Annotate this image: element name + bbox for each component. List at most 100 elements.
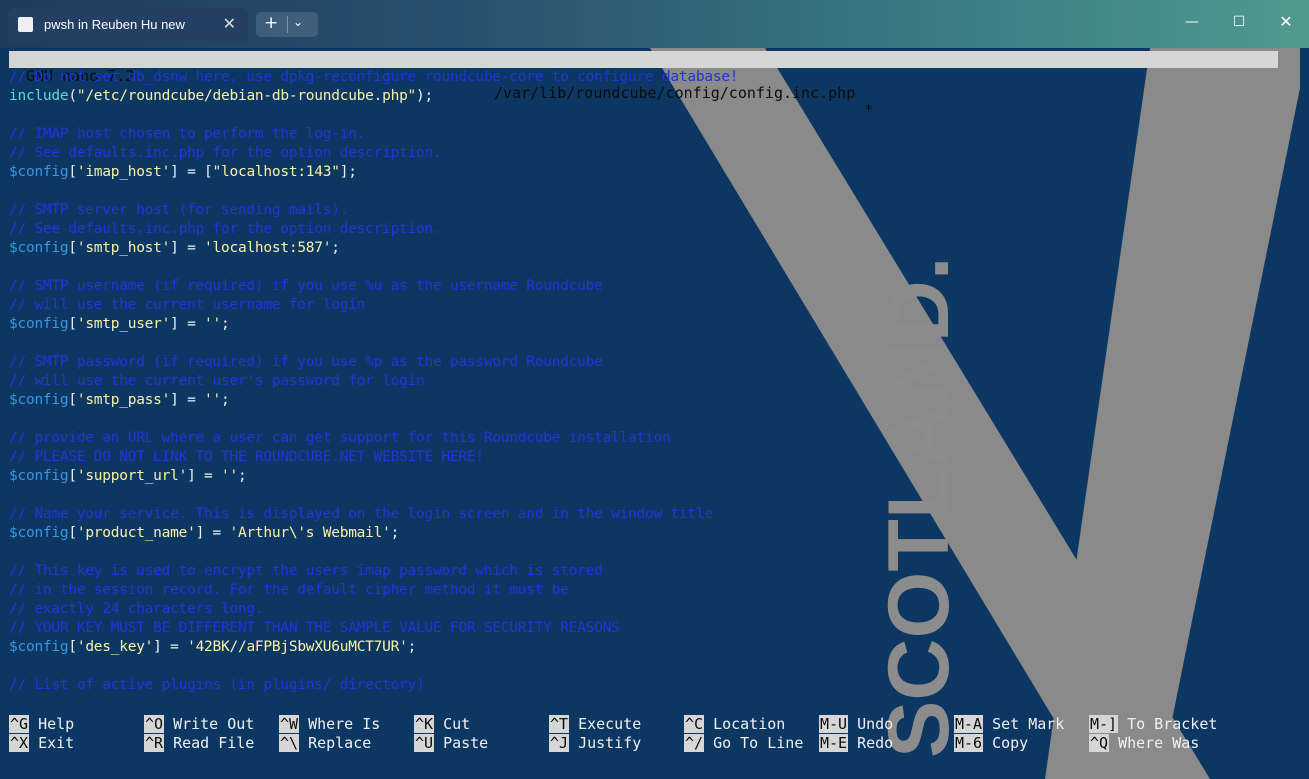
code-token: // SMTP server host (for sending mails). bbox=[9, 202, 349, 218]
code-line[interactable]: // YOUR KEY MUST BE DIFFERENT THAN THE S… bbox=[9, 619, 738, 638]
code-line[interactable]: // SMTP password (if required) if you us… bbox=[9, 353, 738, 372]
code-line[interactable] bbox=[9, 182, 738, 201]
code-line[interactable]: // See defaults.inc.php for the option d… bbox=[9, 144, 738, 163]
code-token: $config bbox=[9, 392, 69, 408]
code-token: ]; bbox=[339, 164, 357, 180]
shortcut-item[interactable]: ^\ Replace bbox=[279, 734, 371, 753]
code-token: ] = bbox=[170, 392, 205, 408]
shortcut-label: Location bbox=[713, 715, 786, 733]
code-line[interactable] bbox=[9, 106, 738, 125]
code-line[interactable] bbox=[9, 486, 738, 505]
code-token: // SMTP password (if required) if you us… bbox=[9, 354, 603, 370]
terminal-pane[interactable]: SCOTLAND. GNU nano 7.2 /var/lib/roundcub… bbox=[0, 48, 1309, 779]
code-token: "localhost:143" bbox=[212, 164, 340, 180]
code-token: '42BK//aFPBjSbwXU6uMCT7UR' bbox=[187, 639, 408, 655]
code-line[interactable]: // exactly 24 characters long. bbox=[9, 600, 738, 619]
shortcut-label: Where Is bbox=[308, 715, 381, 733]
code-line[interactable]: // IMAP host chosen to perform the log-i… bbox=[9, 125, 738, 144]
shortcut-item[interactable]: ^O Write Out bbox=[144, 715, 254, 734]
shortcut-label: Justify bbox=[578, 734, 642, 752]
code-line[interactable] bbox=[9, 258, 738, 277]
shortcut-item[interactable]: M-A Set Mark bbox=[954, 715, 1064, 734]
code-line[interactable]: $config['smtp_pass'] = ''; bbox=[9, 391, 738, 410]
shortcut-item[interactable]: ^T Execute bbox=[549, 715, 641, 734]
shortcut-item[interactable]: ^K Cut bbox=[414, 715, 470, 734]
shortcut-item[interactable]: ^W Where Is bbox=[279, 715, 380, 734]
shortcut-item[interactable]: ^G Help bbox=[9, 715, 74, 734]
code-token: // See defaults.inc.php for the option d… bbox=[9, 221, 442, 237]
shortcut-item[interactable]: M-U Undo bbox=[819, 715, 893, 734]
code-token: '' bbox=[204, 316, 222, 332]
code-line[interactable]: $config['product_name'] = 'Arthur\'s Web… bbox=[9, 524, 738, 543]
shortcut-item[interactable]: ^U Paste bbox=[414, 734, 488, 753]
editor-buffer[interactable]: // Do not set db_dsnw here, use dpkg-rec… bbox=[9, 68, 739, 695]
shortcut-key: M-6 bbox=[954, 734, 984, 752]
nano-header-bar: GNU nano 7.2 /var/lib/roundcube/config/c… bbox=[9, 51, 1278, 119]
chevron-down-icon[interactable]: ⌄ bbox=[293, 15, 303, 29]
code-line[interactable] bbox=[9, 334, 738, 353]
shortcut-key: ^\ bbox=[279, 734, 300, 752]
code-token: [ bbox=[68, 316, 77, 332]
code-line[interactable]: // PLEASE DO NOT LINK TO THE ROUNDCUBE.N… bbox=[9, 448, 738, 467]
code-line[interactable]: $config['smtp_user'] = ''; bbox=[9, 315, 738, 334]
close-window-button[interactable]: ✕ bbox=[1272, 10, 1300, 34]
code-line[interactable]: // SMTP username (if required) if you us… bbox=[9, 277, 738, 296]
code-line[interactable]: $config['des_key'] = '42BK//aFPBjSbwXU6u… bbox=[9, 638, 738, 657]
code-line[interactable] bbox=[9, 657, 738, 676]
code-token: $config bbox=[9, 639, 69, 655]
shortcut-key: ^C bbox=[684, 715, 705, 733]
maximize-button[interactable]: ☐ bbox=[1225, 10, 1253, 34]
code-token: 'des_key' bbox=[76, 639, 154, 655]
code-line[interactable]: $config['imap_host'] = ["localhost:143"]… bbox=[9, 163, 738, 182]
shortcut-item[interactable]: ^J Justify bbox=[549, 734, 641, 753]
terminal-tab[interactable]: pwsh in Reuben Hu new ✕ bbox=[8, 8, 248, 41]
shortcut-item[interactable]: ^Q Where Was bbox=[1089, 734, 1199, 753]
code-token: ; bbox=[331, 240, 340, 256]
shortcut-item[interactable]: M-E Redo bbox=[819, 734, 893, 753]
code-line[interactable]: // This key is used to encrypt the users… bbox=[9, 562, 738, 581]
code-line[interactable]: // provide an URL where a user can get s… bbox=[9, 429, 738, 448]
shortcut-label: Exit bbox=[38, 734, 75, 752]
code-line[interactable] bbox=[9, 543, 738, 562]
powershell-icon bbox=[18, 17, 33, 32]
shortcut-item[interactable]: ^/ Go To Line bbox=[684, 734, 803, 753]
minimize-button[interactable]: — bbox=[1178, 10, 1206, 34]
shortcut-item[interactable]: ^C Location bbox=[684, 715, 785, 734]
code-line[interactable]: // Name your service. This is displayed … bbox=[9, 505, 738, 524]
code-line[interactable]: // Do not set db_dsnw here, use dpkg-rec… bbox=[9, 68, 739, 87]
shortcut-key: ^T bbox=[549, 715, 570, 733]
code-token: 'smtp_user' bbox=[76, 316, 171, 332]
code-token: // This key is used to encrypt the users… bbox=[9, 563, 603, 579]
code-token: '' bbox=[204, 392, 222, 408]
code-line[interactable] bbox=[9, 410, 738, 429]
code-line[interactable]: // will use the current username for log… bbox=[9, 296, 738, 315]
shortcut-label: Set Mark bbox=[992, 715, 1065, 733]
code-line[interactable]: // in the session record. For the defaul… bbox=[9, 581, 738, 600]
shortcut-item[interactable]: ^X Exit bbox=[9, 734, 74, 753]
code-token: $config bbox=[9, 240, 69, 256]
shortcut-label: Undo bbox=[857, 715, 894, 733]
shortcut-label: Where Was bbox=[1118, 734, 1200, 752]
divider bbox=[287, 16, 288, 33]
code-line[interactable]: include("/etc/roundcube/debian-db-roundc… bbox=[9, 87, 738, 106]
code-line[interactable]: $config['smtp_host'] = 'localhost:587'; bbox=[9, 239, 738, 258]
code-line[interactable]: // See defaults.inc.php for the option d… bbox=[9, 220, 738, 239]
code-token: $config bbox=[9, 316, 69, 332]
shortcut-label: Go To Line bbox=[713, 734, 804, 752]
code-token: [ bbox=[68, 164, 77, 180]
shortcut-item[interactable]: M-] To Bracket bbox=[1089, 715, 1217, 734]
shortcut-key: M-A bbox=[954, 715, 984, 733]
close-tab-icon[interactable]: ✕ bbox=[223, 14, 236, 34]
new-tab-button[interactable]: + bbox=[264, 13, 278, 33]
shortcut-item[interactable]: M-6 Copy bbox=[954, 734, 1028, 753]
code-token: [ bbox=[68, 639, 77, 655]
shortcut-item[interactable]: ^R Read File bbox=[144, 734, 254, 753]
code-line[interactable]: $config['support_url'] = ''; bbox=[9, 467, 738, 486]
code-token: 'imap_host' bbox=[76, 164, 171, 180]
code-line[interactable]: // List of active plugins (in plugins/ d… bbox=[9, 676, 738, 695]
title-bar: pwsh in Reuben Hu new ✕ + ⌄ — ☐ ✕ bbox=[0, 0, 1309, 48]
code-token: '' bbox=[221, 468, 238, 484]
code-line[interactable]: // will use the current user's password … bbox=[9, 372, 738, 391]
shortcut-key: ^/ bbox=[684, 734, 705, 752]
code-line[interactable]: // SMTP server host (for sending mails). bbox=[9, 201, 738, 220]
